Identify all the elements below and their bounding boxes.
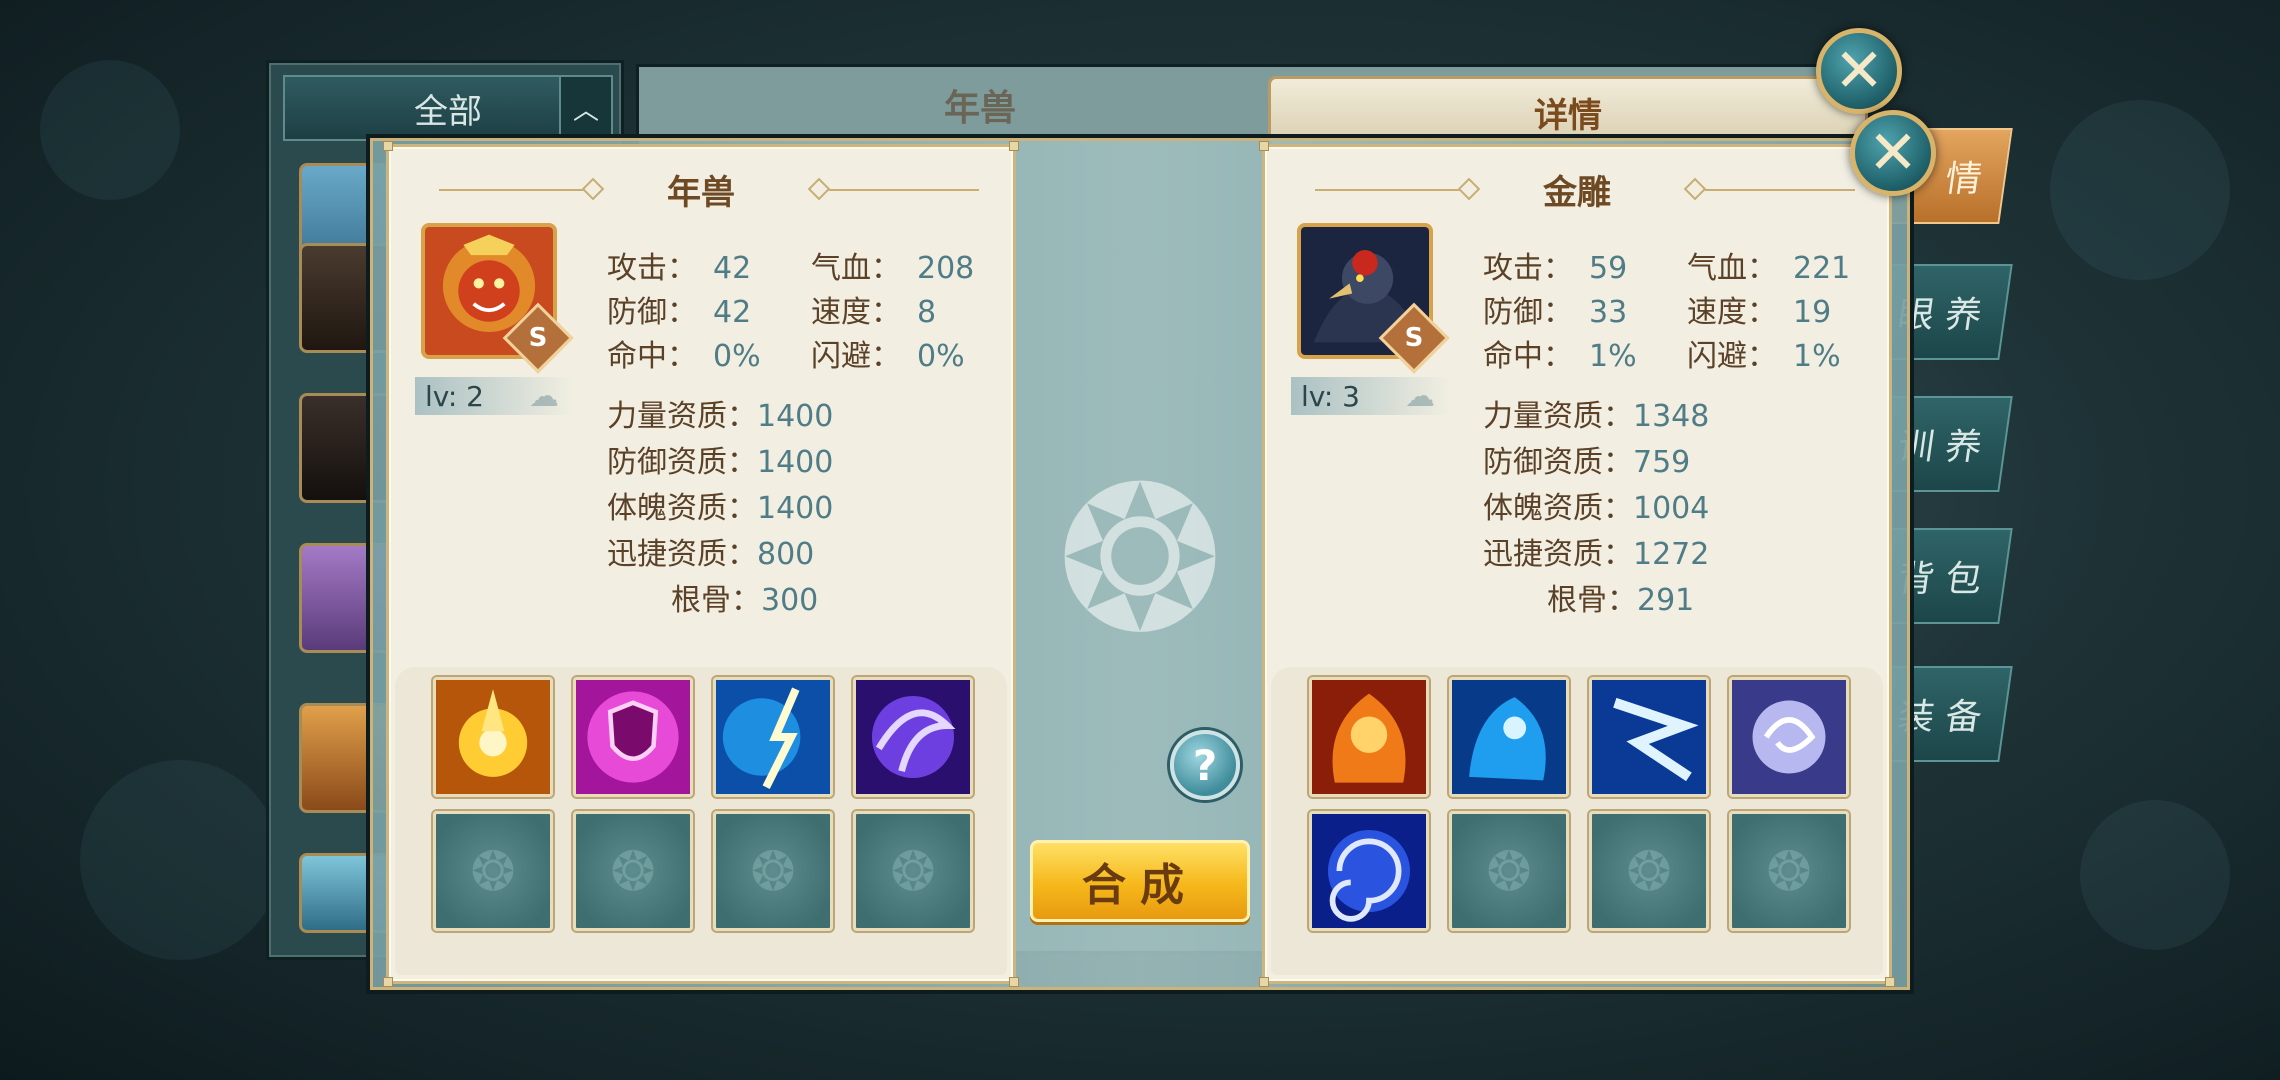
stat-hit: 命中： 0% <box>607 339 761 374</box>
side-tab-label: 情 <box>1942 159 1985 200</box>
dragon-emblem-icon: ❂ <box>750 839 796 903</box>
bokeh-light <box>80 760 280 960</box>
bg-close-button[interactable]: ✕ <box>1816 28 1902 114</box>
dragon-emblem-icon: ❂ <box>610 839 656 903</box>
right-pet-panel: 金雕 S lv: 3 ☁ 攻击： 59 气血： 221 防御： 33 速度： 19 命中… <box>1259 141 1895 987</box>
stat-defense: 防御： 33 <box>1483 295 1628 330</box>
aptitude-agility: 迅捷资质：1272 <box>1483 537 1710 572</box>
blue-whirlpool-icon[interactable] <box>1309 811 1429 931</box>
bokeh-light <box>2080 800 2230 950</box>
stat-speed: 速度： 19 <box>1687 295 1832 330</box>
stat-hit: 命中： 1% <box>1483 339 1637 374</box>
stat-defense: 防御： 42 <box>607 295 752 330</box>
dragon-emblem-icon: ❂ <box>1486 839 1532 903</box>
aptitude-strength: 力量资质：1348 <box>1483 399 1710 434</box>
dragon-emblem-icon: ❂ <box>1626 839 1672 903</box>
aptitude-defense: 防御资质：1400 <box>607 445 834 480</box>
fire-beast-icon[interactable] <box>1309 677 1429 797</box>
filter-label: 全部 <box>414 91 482 132</box>
modal-close-button[interactable]: ✕ <box>1850 110 1936 196</box>
dragon-emblem-icon: ❂ <box>890 839 936 903</box>
bokeh-light <box>2050 100 2230 280</box>
skills-grid: ❂ ❂ ❂ ❂ <box>395 667 1007 975</box>
corner-ornament <box>1259 141 1269 151</box>
empty-skill-slot[interactable]: ❂ <box>713 811 833 931</box>
cloud-icon: ☁ <box>1405 379 1435 414</box>
corner-ornament <box>383 141 393 151</box>
aptitude-physique: 体魄资质：1004 <box>1483 491 1710 526</box>
aptitude-physique: 体魄资质：1400 <box>607 491 834 526</box>
stat-dodge: 闪避： 0% <box>811 339 965 374</box>
chevron-up-icon[interactable]: ︿ <box>559 77 611 139</box>
dragon-emblem-icon: ❂ <box>1766 839 1812 903</box>
corner-ornament <box>1885 977 1895 987</box>
corner-ornament <box>1009 141 1019 151</box>
ice-beast-icon[interactable] <box>1449 677 1569 797</box>
corner-ornament <box>1009 977 1019 987</box>
pink-shield-icon[interactable] <box>573 677 693 797</box>
stat-hp: 气血： 221 <box>1687 251 1851 286</box>
grade-label: S <box>1404 323 1424 353</box>
bokeh-light <box>40 60 180 200</box>
grade-label: S <box>528 323 548 353</box>
blue-lightning-icon[interactable] <box>713 677 833 797</box>
aptitude-bone: 根骨：291 <box>1547 583 1695 618</box>
empty-skill-slot[interactable]: ❂ <box>1449 811 1569 931</box>
empty-skill-slot[interactable]: ❂ <box>853 811 973 931</box>
cloud-icon: ☁ <box>529 379 559 414</box>
empty-skill-slot[interactable]: ❂ <box>1729 811 1849 931</box>
stat-dodge: 闪避： 1% <box>1687 339 1841 374</box>
merge-button[interactable]: 合成 <box>1030 840 1250 922</box>
aptitude-bone: 根骨：300 <box>671 583 819 618</box>
empty-skill-slot[interactable]: ❂ <box>573 811 693 931</box>
empty-skill-slot[interactable]: ❂ <box>433 811 553 931</box>
skills-grid: ❂ ❂ ❂ <box>1271 667 1883 975</box>
empty-skill-slot[interactable]: ❂ <box>1589 811 1709 931</box>
pet-name-title: 年兽 <box>667 172 735 213</box>
stat-hp: 气血： 208 <box>811 251 975 286</box>
stat-attack: 攻击： 59 <box>1483 251 1628 286</box>
wind-orb-icon[interactable] <box>1729 677 1849 797</box>
close-icon: ✕ <box>1833 36 1885 106</box>
golden-burst-icon[interactable] <box>433 677 553 797</box>
purple-vortex-icon[interactable] <box>853 677 973 797</box>
left-pet-panel: 年兽 S lv: 2 ☁ 攻击： 42 气血： 208 防御： 42 速度： 8 命中：… <box>383 141 1019 987</box>
pet-filter-dropdown[interactable]: 全部 ︿ <box>283 75 613 141</box>
corner-ornament <box>383 977 393 987</box>
aptitude-strength: 力量资质：1400 <box>607 399 834 434</box>
dragon-emblem-icon: ❂ <box>470 839 516 903</box>
ice-lightning-icon[interactable] <box>1589 677 1709 797</box>
aptitude-agility: 迅捷资质：800 <box>607 537 815 572</box>
dragon-seal-icon: ❂ <box>1056 443 1224 677</box>
pet-name-title: 金雕 <box>1543 172 1611 213</box>
corner-ornament <box>1259 977 1269 987</box>
stat-attack: 攻击： 42 <box>607 251 752 286</box>
bg-pet-name: 年兽 <box>943 88 1016 129</box>
stat-speed: 速度： 8 <box>811 295 937 330</box>
help-button[interactable]: ? <box>1170 730 1240 800</box>
detail-header-label: 详情 <box>1534 95 1602 136</box>
close-icon: ✕ <box>1867 118 1919 188</box>
aptitude-defense: 防御资质：759 <box>1483 445 1691 480</box>
